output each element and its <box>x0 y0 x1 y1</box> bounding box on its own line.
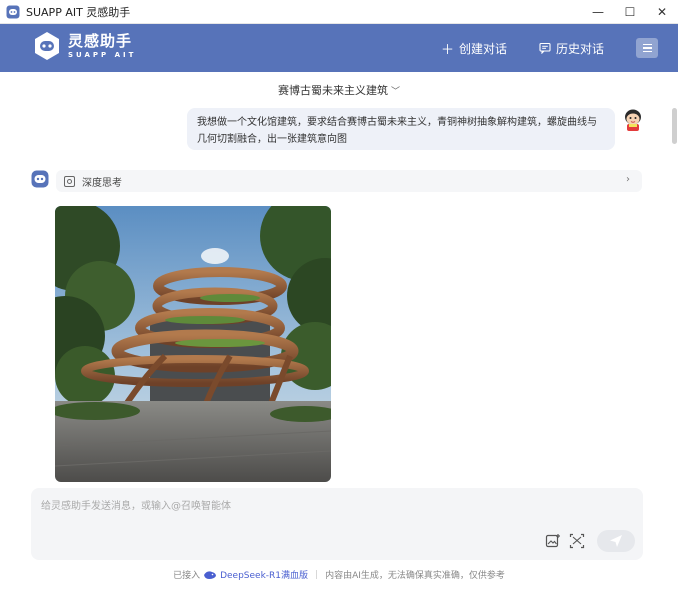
robot-logo-icon <box>35 32 59 60</box>
conversation-title-text: 赛博古蜀未来主义建筑 <box>277 84 388 97</box>
app-logo: 灵感助手 SUAPP AIT <box>32 31 136 61</box>
user-message: 我想做一个文化馆建筑，要求结合赛博古蜀未来主义，青铜神树抽象解构建筑，螺旋曲线与… <box>187 108 615 150</box>
deepseek-whale-icon <box>204 570 217 579</box>
message-input-area <box>31 488 643 560</box>
image-upload-icon[interactable] <box>545 533 561 549</box>
chat-history-icon <box>539 42 551 54</box>
footer-prefix: 已接入 <box>173 571 201 581</box>
footer: 已接入 DeepSeek-R1满血版 | 内容由AI生成，无法确保真实准确，仅供… <box>0 568 678 582</box>
logo-subtitle: SUAPP AIT <box>68 50 137 59</box>
scrollbar-thumb[interactable] <box>672 108 677 144</box>
chevron-down-icon: ﹀ <box>390 87 400 97</box>
message-input[interactable] <box>41 496 601 516</box>
plus-icon: ＋ <box>440 42 454 58</box>
logo-title: 灵感助手 <box>68 31 133 50</box>
maximize-button[interactable]: ☐ <box>614 0 646 24</box>
window-title: SUAPP AIT 灵感助手 <box>26 5 131 19</box>
screenshot-icon[interactable] <box>569 533 585 549</box>
model-name: DeepSeek-R1满血版 <box>220 571 309 581</box>
new-chat-button[interactable]: ＋ 创建对话 <box>441 39 507 58</box>
minimize-button[interactable]: — <box>582 0 614 24</box>
send-button[interactable] <box>597 530 635 552</box>
footer-divider: | <box>315 569 319 580</box>
bot-avatar-icon <box>31 170 49 188</box>
window-titlebar: SUAPP AIT 灵感助手 — ☐ ✕ <box>0 0 678 24</box>
deep-thinking-toggle[interactable]: 深度思考 › <box>56 170 642 192</box>
app-header: 灵感助手 SUAPP AIT ＋ 创建对话 历史对话 <box>0 24 678 72</box>
generated-architecture-image[interactable] <box>55 206 331 482</box>
footer-disclaimer: 内容由AI生成，无法确保真实准确，仅供参考 <box>325 571 505 581</box>
history-label: 历史对话 <box>555 41 604 56</box>
user-avatar[interactable] <box>622 108 644 132</box>
thinking-icon <box>64 175 75 187</box>
menu-icon[interactable] <box>636 38 658 58</box>
history-button[interactable]: 历史对话 <box>539 40 604 57</box>
close-button[interactable]: ✕ <box>646 0 678 24</box>
thinking-label: 深度思考 <box>82 177 122 189</box>
window-controls: — ☐ ✕ <box>582 0 678 24</box>
send-icon <box>610 535 622 547</box>
conversation-title[interactable]: 赛博古蜀未来主义建筑 ﹀ <box>0 82 678 98</box>
chevron-right-icon: › <box>626 174 630 185</box>
new-chat-label: 创建对话 <box>458 41 507 56</box>
app-icon <box>6 5 20 18</box>
